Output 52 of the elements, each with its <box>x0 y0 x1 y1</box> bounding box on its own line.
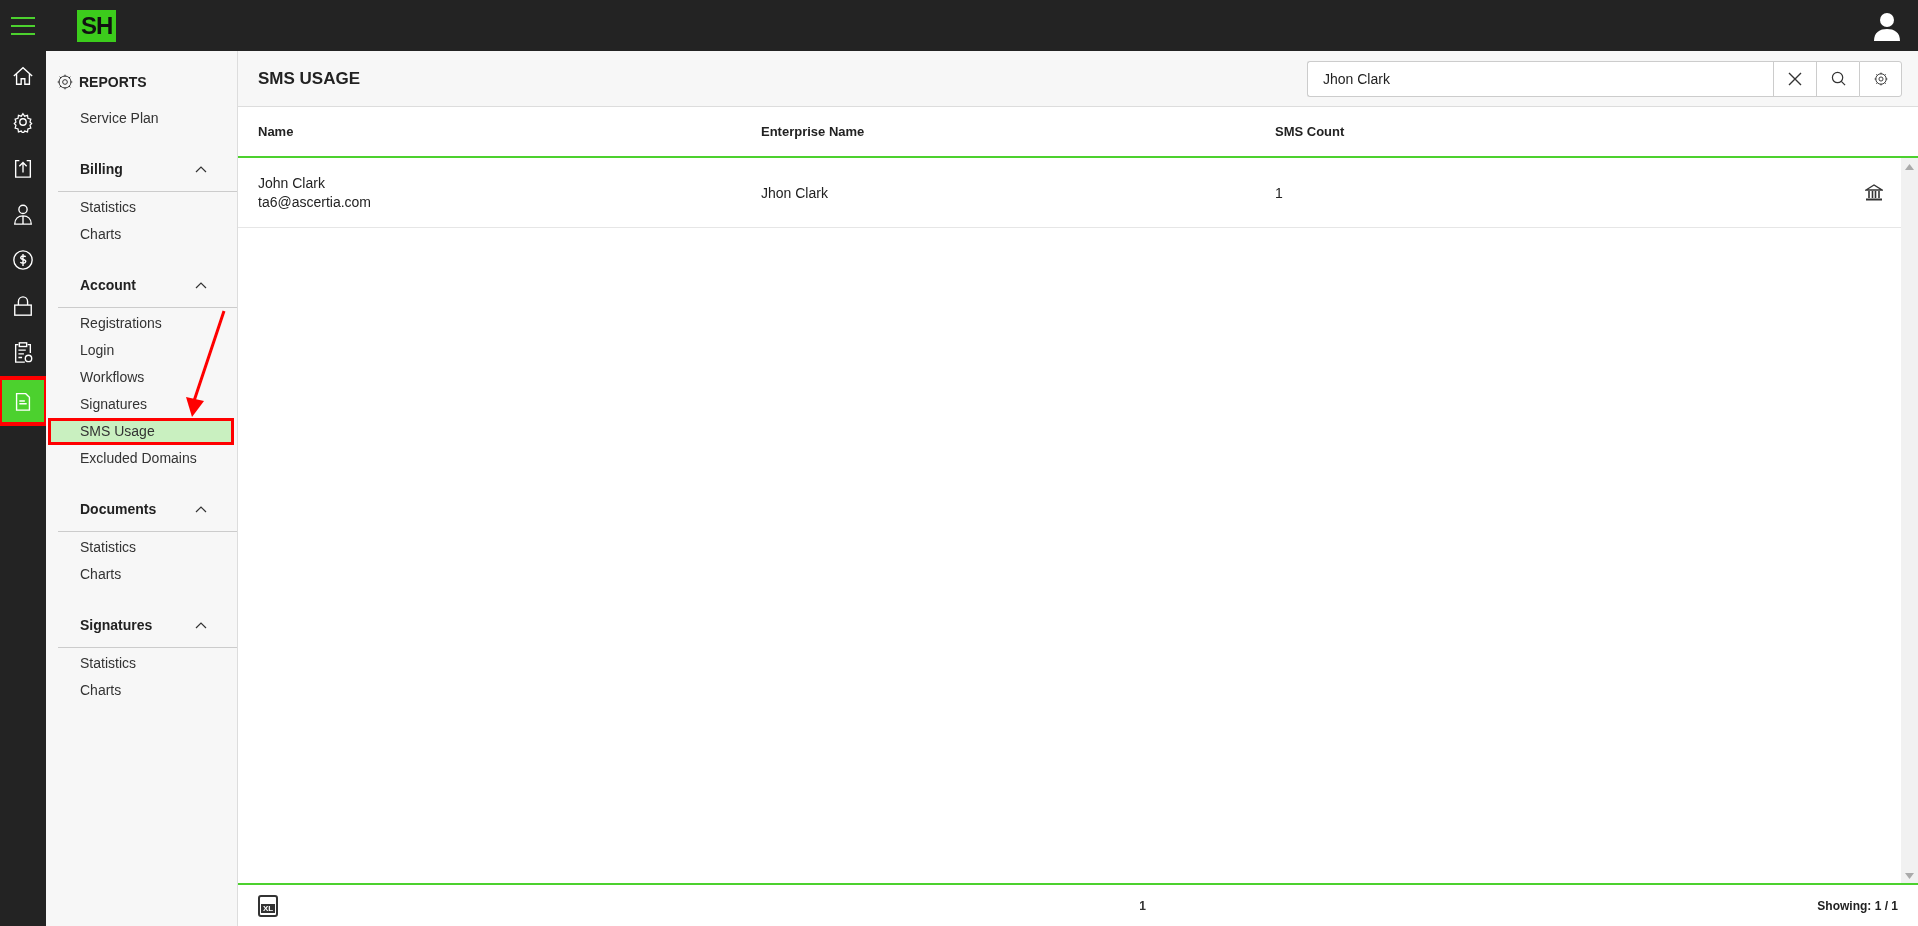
logo: SH <box>77 9 117 42</box>
upload-icon <box>12 157 34 179</box>
home-icon <box>12 65 34 87</box>
clipboard-icon <box>12 341 34 363</box>
settings-button[interactable] <box>1859 60 1902 97</box>
sidebar-item[interactable]: Charts <box>48 677 234 704</box>
sidebar-item[interactable]: Statistics <box>48 534 234 561</box>
column-header[interactable]: Name <box>258 124 294 139</box>
gear-icon <box>12 111 34 133</box>
sidebar-item[interactable]: Signatures <box>48 391 234 418</box>
section-heading[interactable]: Documents <box>80 500 157 517</box>
excel-export-icon[interactable]: XL <box>258 894 278 917</box>
chevron-icon[interactable] <box>195 280 207 289</box>
table-cell: Jhon Clark <box>761 184 828 201</box>
sidebar-item[interactable]: SMS Usage <box>48 418 234 445</box>
lock-icon <box>12 295 34 317</box>
settings-icon <box>1873 71 1888 86</box>
sidebar-item[interactable]: Registrations <box>48 310 234 337</box>
gear-icon <box>57 74 73 90</box>
close-icon <box>1788 71 1802 86</box>
user-avatar-icon[interactable] <box>1872 10 1902 41</box>
column-header[interactable]: SMS Count <box>1275 124 1345 139</box>
page-number[interactable]: 1 <box>1139 898 1146 913</box>
section-heading[interactable]: Account <box>80 276 136 293</box>
person-icon <box>12 203 34 225</box>
menu-icon[interactable] <box>11 16 35 35</box>
sidebar-item[interactable]: Excluded Domains <box>48 445 234 472</box>
sidebar-item[interactable]: Charts <box>48 221 234 248</box>
chevron-icon[interactable] <box>195 620 207 629</box>
sidebar-item[interactable]: Login <box>48 337 234 364</box>
user-email: ta6@ascertia.com <box>258 194 373 210</box>
chevron-icon[interactable] <box>195 504 207 513</box>
dollar-icon <box>12 249 34 271</box>
user-name: John Clark <box>258 175 326 191</box>
sidebar-item[interactable]: Statistics <box>48 194 234 221</box>
sidebar-item[interactable]: Charts <box>48 561 234 588</box>
sidebar-title: REPORTS <box>79 74 147 90</box>
clear-button[interactable] <box>1773 60 1816 97</box>
chevron-icon[interactable] <box>195 164 207 173</box>
section-heading[interactable]: Signatures <box>80 616 153 633</box>
bank-icon[interactable] <box>1865 183 1883 202</box>
section-heading[interactable]: Billing <box>80 160 123 177</box>
showing-count: Showing: 1 / 1 <box>1817 898 1898 913</box>
table-cell: 1 <box>1275 184 1283 201</box>
page-title: SMS USAGE <box>258 68 361 89</box>
search-field[interactable]: Jhon Clark <box>1307 60 1773 97</box>
search-icon <box>1830 71 1846 86</box>
sidebar-item[interactable]: Service Plan <box>48 105 234 132</box>
column-header[interactable]: Enterprise Name <box>761 124 865 139</box>
sidebar-item[interactable]: Statistics <box>48 650 234 677</box>
search-button[interactable] <box>1816 60 1859 97</box>
sidebar-item[interactable]: Workflows <box>48 364 234 391</box>
